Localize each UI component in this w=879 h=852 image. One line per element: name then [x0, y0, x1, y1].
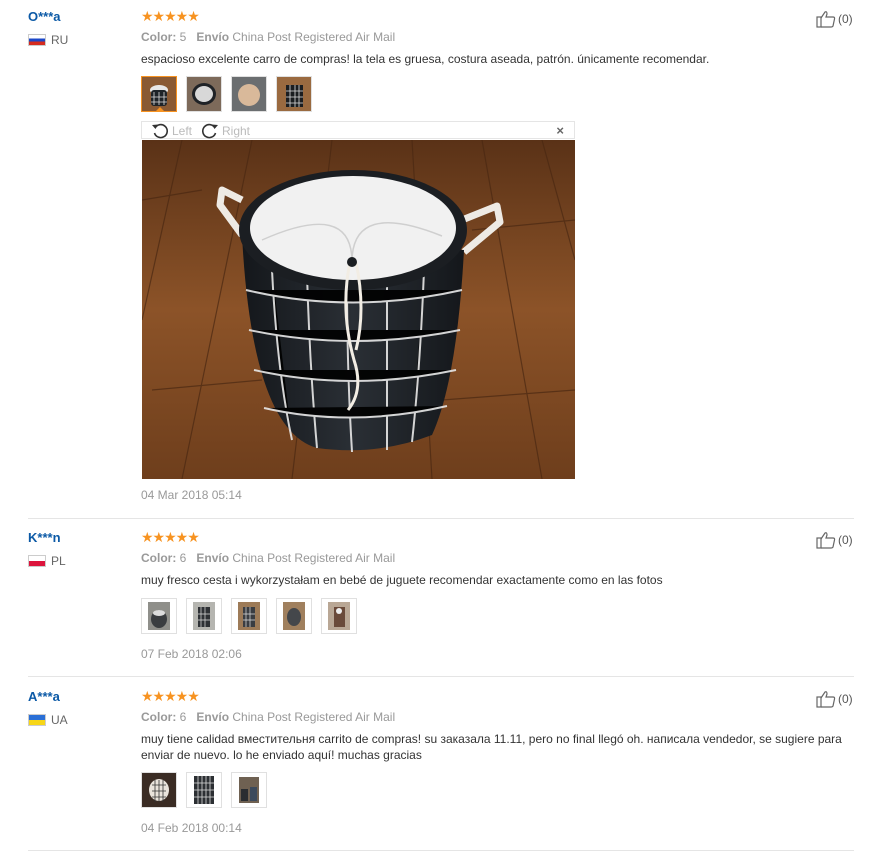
rotate-right-button[interactable]: Right [200, 122, 250, 139]
rotate-left-label: Left [172, 123, 193, 138]
review-divider [28, 850, 854, 851]
review-photos [141, 76, 312, 112]
helpful-button[interactable]: (0) [816, 531, 853, 549]
reviewer-country: UA [28, 713, 68, 727]
helpful-count: (0) [838, 12, 853, 26]
review-photo-large [142, 140, 575, 479]
helpful-count: (0) [838, 692, 853, 706]
review-photo-thumb[interactable] [186, 772, 222, 808]
review-divider [28, 676, 854, 677]
shipping-label: Envío [196, 551, 230, 565]
country-code: PL [51, 554, 66, 568]
country-code: RU [51, 33, 69, 47]
review-photo-thumb[interactable] [321, 598, 357, 634]
color-value: 6 [179, 551, 187, 565]
review-text: muy fresco cesta i wykorzystałam en bebé… [141, 573, 663, 587]
reviewer-name[interactable]: K***n [28, 530, 61, 545]
flag-ua-icon [28, 714, 46, 726]
review-date: 04 Feb 2018 00:14 [141, 821, 242, 835]
thumbs-up-icon [816, 11, 836, 28]
review-date: 07 Feb 2018 02:06 [141, 647, 242, 661]
reviewer-name[interactable]: A***a [28, 689, 60, 704]
color-label: Color: [141, 551, 177, 565]
shipping-value: China Post Registered Air Mail [232, 710, 396, 724]
review-divider [28, 518, 854, 519]
flag-pl-icon [28, 555, 46, 567]
shipping-value: China Post Registered Air Mail [232, 30, 396, 44]
shipping-value: China Post Registered Air Mail [232, 551, 396, 565]
thumbs-up-icon [816, 691, 836, 708]
helpful-button[interactable]: (0) [816, 690, 853, 708]
review-meta: Color: 6 Envío China Post Registered Air… [141, 710, 395, 724]
star-rating: ★★★★★ [141, 529, 200, 545]
review-photo-thumb[interactable] [141, 772, 177, 808]
review-photos [141, 772, 267, 808]
review-photo-thumb[interactable] [276, 76, 312, 112]
review-photo-thumb[interactable] [231, 76, 267, 112]
rotate-right-icon [202, 123, 218, 139]
reviewer-name[interactable]: O***a [28, 9, 61, 24]
review-meta: Color: 5 Envío China Post Registered Air… [141, 30, 395, 44]
review-meta: Color: 6 Envío China Post Registered Air… [141, 551, 395, 565]
review-photos [141, 598, 357, 634]
color-label: Color: [141, 30, 177, 44]
color-value: 6 [179, 710, 187, 724]
review-text: muy tiene calidad вместительня carrito d… [141, 732, 842, 762]
color-value: 5 [179, 30, 187, 44]
flag-ru-icon [28, 34, 46, 46]
close-viewer-icon[interactable]: × [556, 123, 564, 138]
country-code: UA [51, 713, 68, 727]
shipping-label: Envío [196, 710, 230, 724]
review-photo-thumb[interactable] [276, 598, 312, 634]
review-photo-thumb[interactable] [186, 76, 222, 112]
star-rating: ★★★★★ [141, 688, 200, 704]
reviewer-country: PL [28, 554, 66, 568]
photo-viewer-toolbar: Left Right × [141, 121, 575, 139]
review-photo-thumb[interactable] [141, 598, 177, 634]
review-photo-thumb[interactable] [231, 772, 267, 808]
helpful-count: (0) [838, 533, 853, 547]
review-text: espacioso excelente carro de compras! la… [141, 52, 710, 66]
rotate-left-icon [152, 123, 168, 139]
helpful-button[interactable]: (0) [816, 10, 853, 28]
color-label: Color: [141, 710, 177, 724]
reviewer-country: RU [28, 33, 68, 47]
rotate-left-button[interactable]: Left [150, 122, 192, 139]
star-rating: ★★★★★ [141, 8, 200, 24]
review-photo-thumb[interactable] [141, 76, 177, 112]
thumbs-up-icon [816, 532, 836, 549]
review-date: 04 Mar 2018 05:14 [141, 488, 242, 502]
review-photo-thumb[interactable] [231, 598, 267, 634]
shipping-label: Envío [196, 30, 230, 44]
rotate-right-label: Right [222, 123, 251, 138]
review-photo-thumb[interactable] [186, 598, 222, 634]
